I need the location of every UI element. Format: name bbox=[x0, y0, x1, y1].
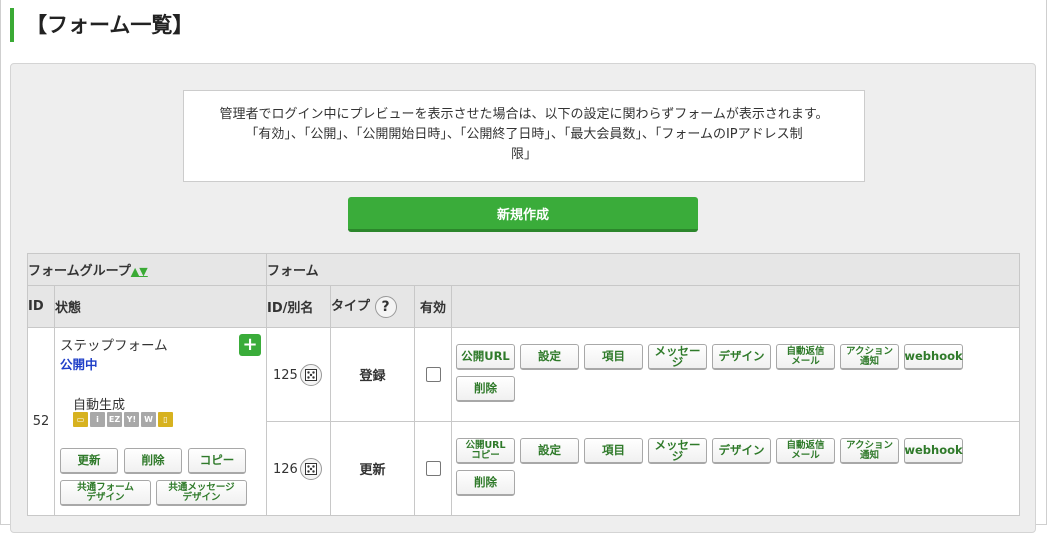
enabled-checkbox[interactable] bbox=[425, 461, 441, 476]
public-url-copy-line2: コピー bbox=[471, 449, 500, 461]
pc-icon: ▭ bbox=[73, 412, 88, 427]
items-button[interactable]: 項目 bbox=[584, 438, 643, 464]
col-id: ID bbox=[27, 285, 55, 328]
auto-reply-line1: 自動返信 bbox=[786, 345, 825, 357]
device-icons: ▭ i EZ Y! W ▯ bbox=[73, 412, 173, 427]
auto-generate-label: 自動生成 bbox=[73, 398, 126, 413]
form-enabled-cell bbox=[414, 421, 452, 516]
delete-form-button[interactable]: 削除 bbox=[456, 376, 515, 402]
col-status: 状態 bbox=[54, 285, 267, 328]
action-notice-button[interactable]: アクション 通知 bbox=[840, 344, 899, 370]
new-form-button[interactable]: 新規作成 bbox=[348, 197, 698, 232]
action-notice-line1: アクション bbox=[845, 345, 894, 357]
auto-reply-mail-button[interactable]: 自動返信 メール bbox=[776, 438, 835, 464]
notice-line-3: 限」 bbox=[510, 147, 537, 162]
delete-group-button[interactable]: 削除 bbox=[124, 448, 182, 474]
design-button[interactable]: デザイン bbox=[712, 344, 771, 370]
delete-form-button[interactable]: 削除 bbox=[456, 470, 515, 496]
notice-line-2: 「有効」、「公開」、「公開開始日時」、「公開終了日時」、「最大会員数」、「フォー… bbox=[245, 127, 803, 142]
form-type: 更新 bbox=[330, 421, 415, 516]
form-alias-cell: 125 bbox=[266, 327, 331, 422]
form-id: 125 bbox=[273, 368, 298, 383]
form-alias-cell: 126 bbox=[266, 421, 331, 516]
group-id: 52 bbox=[27, 327, 55, 516]
settings-button[interactable]: 設定 bbox=[520, 438, 579, 464]
form-actions-cell: 公開URL コピー 設定 項目 メッセージ デザイン 自動返信 メール アクショ… bbox=[451, 421, 1020, 516]
auto-reply-mail-button[interactable]: 自動返信 メール bbox=[776, 344, 835, 370]
form-enabled-cell bbox=[414, 327, 452, 422]
table-row: 52 ステップフォーム 公開中 + 自動生成 ▭ i EZ Y! W ▯ 更新 … bbox=[27, 327, 1020, 516]
settings-button[interactable]: 設定 bbox=[520, 344, 579, 370]
items-button[interactable]: 項目 bbox=[584, 344, 643, 370]
message-button[interactable]: メッセージ bbox=[648, 438, 707, 464]
mobile-icon: ▯ bbox=[158, 412, 173, 427]
public-url-copy-line1: 公開URL bbox=[465, 439, 506, 451]
webhook-button[interactable]: webhook bbox=[904, 438, 963, 464]
public-url-copy-button[interactable]: 公開URL コピー bbox=[456, 438, 515, 464]
group-status-cell: ステップフォーム 公開中 + 自動生成 ▭ i EZ Y! W ▯ 更新 削除 … bbox=[54, 327, 267, 516]
copy-alias-icon[interactable] bbox=[300, 364, 322, 386]
w-icon: W bbox=[141, 412, 156, 427]
action-notice-button[interactable]: アクション 通知 bbox=[840, 438, 899, 464]
col-type-label: タイプ bbox=[331, 299, 371, 315]
col-actions bbox=[451, 285, 1020, 328]
common-form-design-line1: 共通フォーム bbox=[77, 481, 134, 493]
update-button[interactable]: 更新 bbox=[60, 448, 118, 474]
public-url-button[interactable]: 公開URL bbox=[456, 344, 515, 370]
copy-alias-icon[interactable] bbox=[300, 458, 322, 480]
common-message-design-button[interactable]: 共通メッセージ デザイン bbox=[156, 480, 247, 506]
ez-icon: EZ bbox=[107, 412, 122, 427]
status-badge: 公開中 bbox=[60, 357, 98, 372]
design-button[interactable]: デザイン bbox=[712, 438, 771, 464]
col-enabled: 有効 bbox=[414, 285, 452, 328]
col-alias: ID/別名 bbox=[266, 285, 331, 328]
action-notice-line1: アクション bbox=[845, 439, 894, 451]
auto-reply-line2: メール bbox=[791, 449, 820, 461]
webhook-button[interactable]: webhook bbox=[904, 344, 963, 370]
add-form-button[interactable]: + bbox=[239, 334, 261, 356]
copy-group-button[interactable]: コピー bbox=[188, 448, 246, 474]
forms-panel: 管理者でログイン中にプレビューを表示させた場合は、以下の設定に関わらずフォームが… bbox=[10, 63, 1036, 533]
common-message-design-line1: 共通メッセージ bbox=[168, 481, 235, 493]
form-group-header: フォームグループ▲▼ bbox=[27, 253, 267, 286]
common-form-design-line2: デザイン bbox=[86, 491, 125, 503]
common-message-design-line2: デザイン bbox=[182, 491, 221, 503]
form-type: 登録 bbox=[330, 327, 415, 422]
message-button[interactable]: メッセージ bbox=[648, 344, 707, 370]
yahoo-icon: Y! bbox=[124, 412, 139, 427]
enabled-checkbox[interactable] bbox=[425, 367, 441, 382]
sort-icon[interactable]: ▲▼ bbox=[131, 265, 148, 278]
notice-line-1: 管理者でログイン中にプレビューを表示させた場合は、以下の設定に関わらずフォームが… bbox=[219, 107, 829, 122]
action-notice-line2: 通知 bbox=[859, 449, 879, 461]
common-form-design-button[interactable]: 共通フォーム デザイン bbox=[60, 480, 151, 506]
auto-reply-line2: メール bbox=[791, 355, 820, 367]
help-icon[interactable]: ? bbox=[374, 295, 397, 318]
form-id: 126 bbox=[273, 462, 298, 477]
form-header: フォーム bbox=[266, 253, 1020, 286]
auto-reply-line1: 自動返信 bbox=[786, 439, 825, 451]
page-title: 【フォーム一覧】 bbox=[10, 8, 193, 42]
form-group-header-label: フォームグループ bbox=[28, 264, 131, 279]
action-notice-line2: 通知 bbox=[859, 355, 879, 367]
preview-notice: 管理者でログイン中にプレビューを表示させた場合は、以下の設定に関わらずフォームが… bbox=[183, 90, 865, 182]
i-icon: i bbox=[90, 412, 105, 427]
col-type: タイプ ? bbox=[330, 285, 415, 328]
group-name: ステップフォーム bbox=[60, 338, 168, 354]
form-actions-cell: 公開URL 設定 項目 メッセージ デザイン 自動返信 メール アクション 通知… bbox=[451, 327, 1020, 422]
forms-table: フォームグループ▲▼ フォーム ID 状態 ID/別名 タイプ ? 有効 52 … bbox=[27, 253, 1020, 516]
